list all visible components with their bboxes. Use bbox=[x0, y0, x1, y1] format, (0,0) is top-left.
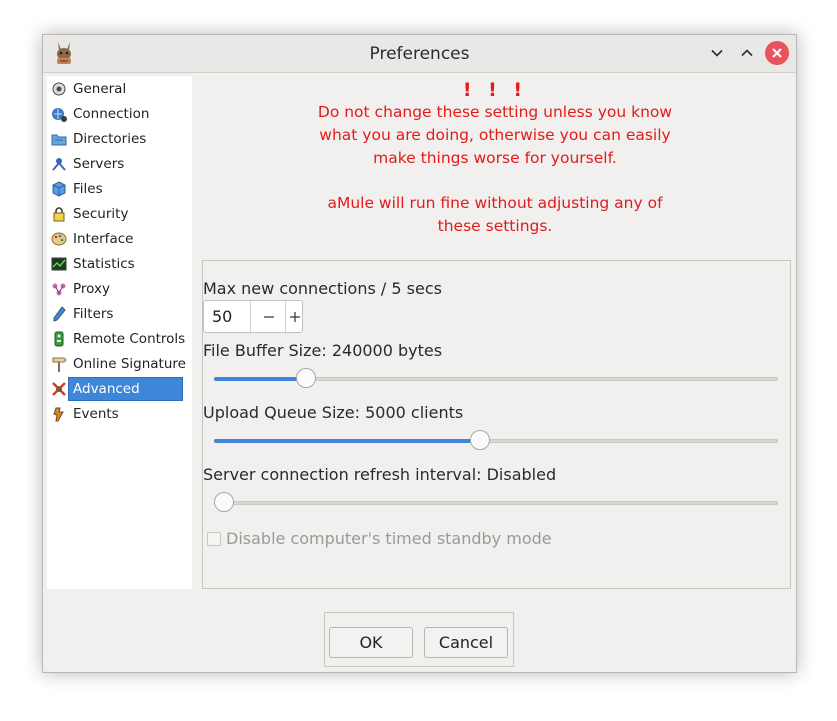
minimize-button[interactable] bbox=[704, 40, 730, 66]
slider-fill bbox=[214, 439, 480, 443]
standby-option[interactable]: Disable computer's timed standby mode bbox=[207, 529, 552, 548]
chevron-down-icon bbox=[711, 49, 723, 57]
slider-handle[interactable] bbox=[469, 430, 490, 450]
file-buffer-label: File Buffer Size: 240000 bytes bbox=[203, 341, 443, 360]
general-icon bbox=[50, 80, 67, 97]
sidebar-item-label: Security bbox=[73, 205, 129, 222]
max-connections-label: Max new connections / 5 secs bbox=[203, 279, 442, 298]
warning-exclamation-marks: ! ! ! bbox=[462, 79, 528, 101]
maximize-button[interactable] bbox=[734, 40, 760, 66]
sidebar-item-label: Events bbox=[73, 405, 119, 422]
sidebar-item-label: Connection bbox=[73, 105, 150, 122]
upload-queue-slider[interactable] bbox=[214, 430, 778, 452]
increment-button[interactable] bbox=[285, 301, 303, 332]
sidebar-item-label: Interface bbox=[73, 230, 134, 247]
events-icon bbox=[50, 405, 67, 422]
window-title: Preferences bbox=[369, 44, 470, 64]
max-connections-value[interactable]: 50 bbox=[212, 307, 232, 326]
sidebar-item-label: Proxy bbox=[73, 280, 110, 297]
cancel-button[interactable]: Cancel bbox=[424, 627, 508, 658]
warning-line: make things worse for yourself. bbox=[373, 149, 617, 167]
sidebar-item-label: Servers bbox=[73, 155, 125, 172]
chevron-up-icon bbox=[741, 49, 753, 57]
upload-queue-label: Upload Queue Size: 5000 clients bbox=[203, 403, 464, 422]
sidebar-item-interface[interactable]: Interface bbox=[47, 226, 192, 251]
sidebar-item-servers[interactable]: Servers bbox=[47, 151, 192, 176]
max-connections-spinbox[interactable]: 50 bbox=[203, 300, 303, 333]
sidebar-item-label: Directories bbox=[73, 130, 147, 147]
advanced-icon bbox=[50, 380, 67, 397]
slider-handle[interactable] bbox=[214, 492, 234, 512]
proxy-icon bbox=[50, 280, 67, 297]
files-icon bbox=[50, 180, 67, 197]
servers-icon bbox=[50, 155, 67, 172]
standby-label: Disable computer's timed standby mode bbox=[226, 529, 552, 548]
file-buffer-slider[interactable] bbox=[214, 368, 778, 390]
sidebar-item-label: Files bbox=[73, 180, 103, 197]
minus-icon bbox=[263, 315, 274, 318]
sidebar-item-proxy[interactable]: Proxy bbox=[47, 276, 192, 301]
preferences-window: Preferences General Connection Directori… bbox=[42, 34, 797, 673]
sidebar-item-filters[interactable]: Filters bbox=[47, 301, 192, 326]
title-bar[interactable]: Preferences bbox=[43, 35, 796, 73]
interface-palette-icon bbox=[50, 230, 67, 247]
decrement-button[interactable] bbox=[250, 301, 286, 332]
sidebar-item-events[interactable]: Events bbox=[47, 401, 192, 426]
plus-icon bbox=[289, 311, 300, 322]
sidebar-item-online-signature[interactable]: Online Signature bbox=[47, 351, 192, 376]
sidebar-item-connection[interactable]: Connection bbox=[47, 101, 192, 126]
close-icon bbox=[772, 48, 782, 58]
server-refresh-slider[interactable] bbox=[214, 492, 778, 514]
online-signature-icon bbox=[50, 355, 67, 372]
connection-icon bbox=[50, 105, 67, 122]
warning-line: aMule will run fine without adjusting an… bbox=[327, 194, 663, 212]
sidebar-item-label: Filters bbox=[73, 305, 114, 322]
warning-line: Do not change these setting unless you k… bbox=[317, 103, 673, 121]
remote-controls-icon bbox=[50, 330, 67, 347]
ok-button[interactable]: OK bbox=[329, 627, 413, 658]
sidebar-item-general[interactable]: General bbox=[47, 76, 192, 101]
security-lock-icon bbox=[50, 205, 67, 222]
sidebar-item-remote-controls[interactable]: Remote Controls bbox=[47, 326, 192, 351]
sidebar-item-label: Advanced bbox=[73, 380, 140, 397]
sidebar-item-label: Remote Controls bbox=[73, 330, 186, 347]
warning-message: ! ! ! Do not change these setting unless… bbox=[263, 81, 727, 238]
sidebar-item-label: General bbox=[73, 80, 127, 97]
close-circle bbox=[765, 41, 789, 65]
preferences-category-list: General Connection Directories Servers F… bbox=[47, 76, 192, 589]
warning-line: what you are doing, otherwise you can ea… bbox=[319, 126, 671, 144]
sidebar-item-advanced[interactable]: Advanced bbox=[47, 376, 192, 401]
sidebar-item-security[interactable]: Security bbox=[47, 201, 192, 226]
slider-handle[interactable] bbox=[295, 368, 316, 388]
sidebar-item-label: Statistics bbox=[73, 255, 135, 272]
warning-line: these settings. bbox=[437, 217, 553, 235]
sidebar-item-statistics[interactable]: Statistics bbox=[47, 251, 192, 276]
sidebar-item-files[interactable]: Files bbox=[47, 176, 192, 201]
filters-icon bbox=[50, 305, 67, 322]
slider-track bbox=[214, 501, 778, 505]
sidebar-item-directories[interactable]: Directories bbox=[47, 126, 192, 151]
sidebar-item-label: Online Signature bbox=[73, 355, 186, 372]
statistics-icon bbox=[50, 255, 67, 272]
standby-checkbox[interactable] bbox=[207, 531, 221, 546]
slider-fill bbox=[214, 377, 306, 381]
close-button[interactable] bbox=[764, 40, 790, 66]
directories-icon bbox=[50, 130, 67, 147]
server-refresh-label: Server connection refresh interval: Disa… bbox=[203, 465, 557, 484]
